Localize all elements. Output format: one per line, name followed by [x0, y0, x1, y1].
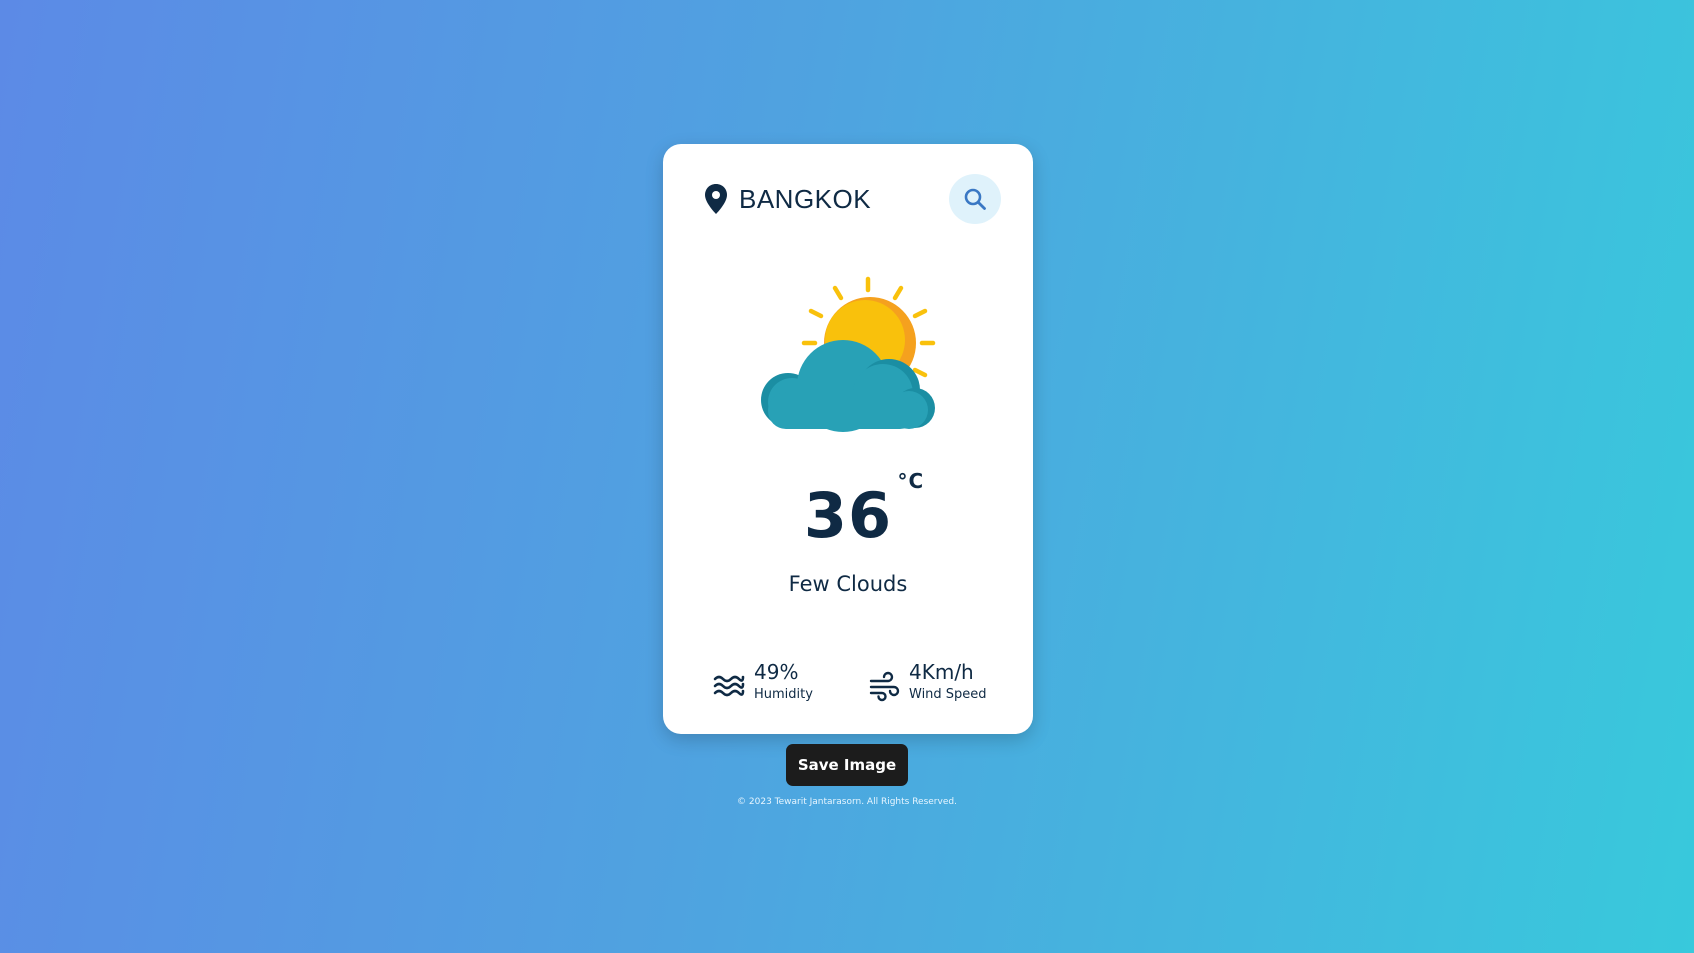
weather-description: Few Clouds: [788, 572, 908, 596]
copyright-footer: © 2023 Tewarit Jantarasorn. All Rights R…: [737, 797, 957, 807]
wind-text: 4Km/h Wind Speed: [909, 659, 987, 702]
search-button[interactable]: [949, 174, 1001, 224]
temperature-unit: °C: [897, 469, 925, 493]
map-pin-icon: [703, 183, 729, 215]
wind-icon: [868, 670, 900, 702]
temperature-number: 36: [803, 479, 893, 552]
city-name: BANGKOK: [739, 183, 872, 214]
save-image-button[interactable]: Save Image: [786, 744, 908, 786]
sun-behind-cloud-icon: [749, 274, 949, 444]
wind-stat: 4Km/h Wind Speed: [868, 658, 987, 702]
humidity-stat: 49% Humidity: [713, 658, 813, 702]
search-icon: [963, 187, 987, 211]
temperature-block: 36 °C: [663, 469, 1033, 569]
humidity-value: 49%: [754, 659, 799, 684]
humidity-text: 49% Humidity: [754, 659, 813, 702]
humidity-label: Humidity: [754, 686, 813, 702]
wind-value: 4Km/h: [909, 659, 974, 684]
weather-card: BANGKOK 36 °C Few Clouds 49% Humidity 4K…: [663, 144, 1033, 734]
card-header: BANGKOK: [703, 174, 1001, 224]
waves-icon: [713, 670, 745, 702]
temperature-value: 36 °C: [803, 469, 923, 552]
wind-label: Wind Speed: [909, 686, 987, 702]
